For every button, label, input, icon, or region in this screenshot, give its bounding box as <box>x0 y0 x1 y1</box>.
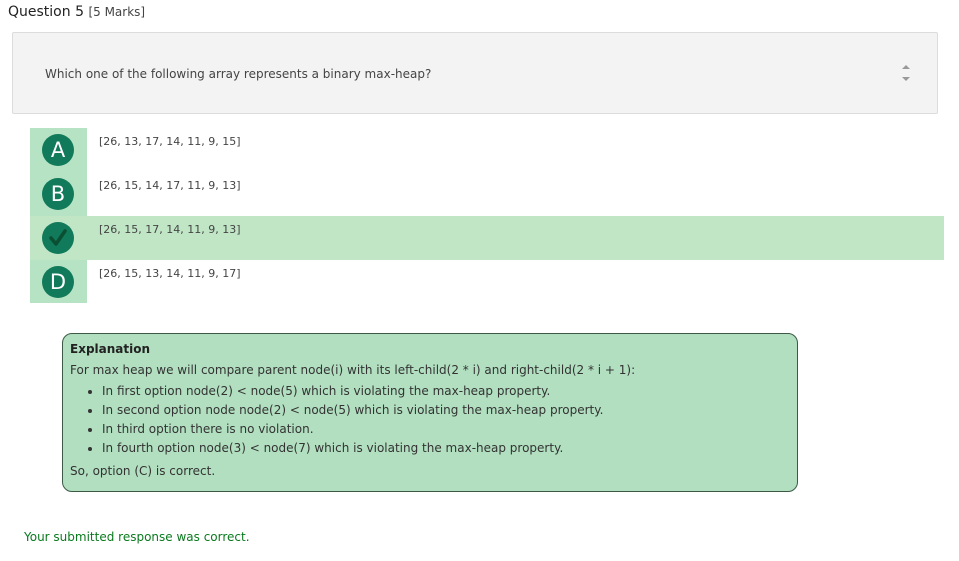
scroll-down-icon[interactable] <box>902 77 910 81</box>
option-c-badge[interactable] <box>42 222 74 254</box>
scroll-up-icon[interactable] <box>902 65 910 69</box>
explanation-title: Explanation <box>70 342 151 356</box>
explanation-point: In third option there is no violation. <box>102 420 790 439</box>
option-a-text[interactable]: [26, 13, 17, 14, 11, 9, 15] <box>99 135 241 148</box>
explanation-intro: For max heap we will compare parent node… <box>70 363 636 377</box>
scroll-control[interactable] <box>901 61 911 87</box>
explanation-point: In first option node(2) < node(5) which … <box>102 382 790 401</box>
explanation-conclusion: So, option (C) is correct. <box>70 464 216 478</box>
question-marks: [5 Marks] <box>88 5 146 19</box>
option-b-text[interactable]: [26, 15, 14, 17, 11, 9, 13] <box>99 179 241 192</box>
explanation-point: In fourth option node(3) < node(7) which… <box>102 439 790 458</box>
result-message: Your submitted response was correct. <box>24 530 250 544</box>
question-header: Question 5 [5 Marks] <box>8 4 145 20</box>
option-b-badge[interactable]: B <box>42 178 74 210</box>
explanation-point: In second option node node(2) < node(5) … <box>102 401 790 420</box>
check-icon <box>49 229 67 246</box>
option-d-badge[interactable]: D <box>42 266 74 298</box>
question-box: Which one of the following array represe… <box>12 32 938 114</box>
option-a-badge[interactable]: A <box>42 134 74 166</box>
question-text: Which one of the following array represe… <box>45 67 432 81</box>
explanation-list: In first option node(2) < node(5) which … <box>70 382 790 458</box>
question-title: Question 5 <box>8 4 84 20</box>
explanation-box: Explanation For max heap we will compare… <box>62 333 798 492</box>
option-d-text[interactable]: [26, 15, 13, 14, 11, 9, 17] <box>99 267 241 280</box>
option-c-text[interactable]: [26, 15, 17, 14, 11, 9, 13] <box>99 223 241 236</box>
